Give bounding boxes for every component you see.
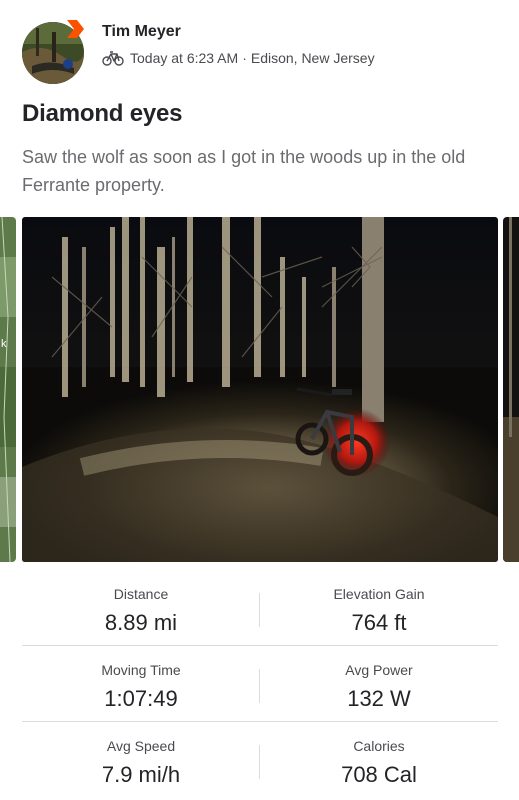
carousel-prev-map[interactable]: k	[0, 217, 16, 562]
next-photo-thumbnail	[503, 217, 519, 562]
stat-label: Distance	[113, 586, 169, 602]
stat-avg-power: Avg Power 132 W	[260, 646, 498, 712]
stat-distance: Distance 8.89 mi	[22, 570, 260, 636]
stat-elevation-gain: Elevation Gain 764 ft	[260, 570, 498, 636]
stat-value: 7.9 mi/h	[101, 762, 181, 787]
stat-value: 764 ft	[351, 610, 407, 635]
bicycle-icon	[102, 51, 124, 66]
activity-description: Saw the wolf as soon as I got in the woo…	[22, 147, 466, 195]
stat-value: 1:07:49	[104, 686, 178, 711]
night-forest-bike-photo	[22, 217, 498, 562]
stat-row: Avg Speed 7.9 mi/h Calories 708 Cal	[22, 722, 498, 798]
stat-value: 132 W	[347, 686, 411, 711]
stat-calories: Calories 708 Cal	[260, 722, 498, 788]
stat-row: Moving Time 1:07:49 Avg Power 132 W	[22, 646, 498, 722]
stat-avg-speed: Avg Speed 7.9 mi/h	[22, 722, 260, 788]
subscriber-badge-icon	[67, 20, 84, 38]
stat-label: Moving Time	[101, 662, 181, 678]
athlete-name[interactable]: Tim Meyer	[102, 23, 181, 41]
activity-timestamp: Today at 6:23 AM	[130, 50, 239, 66]
stat-value: 8.89 mi	[104, 610, 178, 635]
stat-label: Avg Speed	[106, 738, 176, 754]
stat-row: Distance 8.89 mi Elevation Gain 764 ft	[22, 570, 498, 646]
stat-moving-time: Moving Time 1:07:49	[22, 646, 260, 712]
activity-location: Edison, New Jersey	[250, 50, 375, 66]
activity-meta: Today at 6:23 AM · Edison, New Jersey	[102, 50, 375, 66]
stat-label: Elevation Gain	[333, 586, 425, 602]
stat-label: Calories	[353, 738, 405, 754]
carousel-next-photo[interactable]	[503, 217, 519, 562]
map-label: k	[1, 338, 7, 350]
activity-stats: Distance 8.89 mi Elevation Gain 764 ft M…	[22, 570, 498, 798]
route-map-thumbnail	[0, 217, 16, 562]
meta-separator: ·	[242, 50, 247, 66]
activity-photo[interactable]	[22, 217, 498, 562]
activity-title[interactable]: Diamond eyes	[22, 100, 183, 128]
stat-label: Avg Power	[345, 662, 413, 678]
stat-value: 708 Cal	[341, 762, 417, 787]
